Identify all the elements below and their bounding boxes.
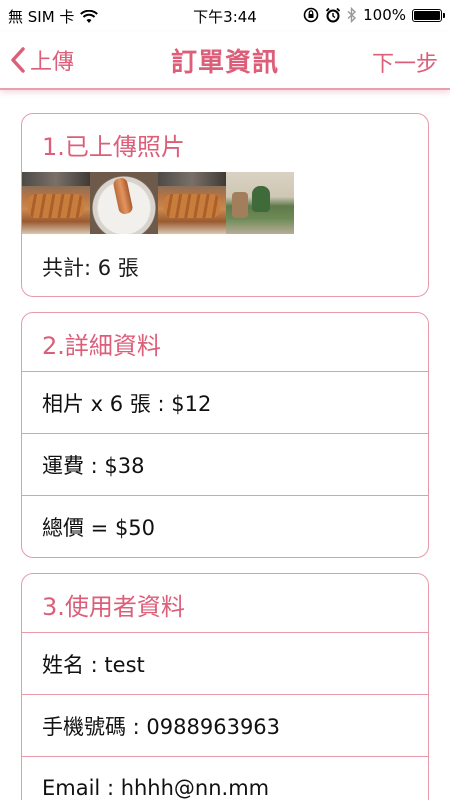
status-bar: 無 SIM 卡 下午3:44 100%	[0, 0, 450, 32]
detail-row-shipping: 運費 : $38	[22, 433, 428, 495]
next-button[interactable]: 下一步	[372, 46, 438, 78]
detail-row-total: 總價 = $50	[22, 495, 428, 557]
user-row-name: 姓名 : test	[22, 632, 428, 694]
photo-thumbnail-food[interactable]	[22, 172, 90, 234]
battery-percent: 100%	[363, 6, 406, 24]
back-label: 上傳	[30, 50, 75, 75]
rotation-lock-icon	[303, 7, 319, 23]
uploaded-photos-card: 1.已上傳照片 共計: 6 張	[21, 113, 429, 297]
status-right: 100%	[303, 6, 445, 24]
photo-thumbnail-food[interactable]	[158, 172, 226, 234]
user-info-card: 3.使用者資料 姓名 : test 手機號碼 : 0988963963 Emai…	[21, 573, 429, 800]
bluetooth-icon	[347, 7, 357, 23]
detail-row-photos: 相片 x 6 張 : $12	[22, 371, 428, 433]
user-row-phone: 手機號碼 : 0988963963	[22, 694, 428, 756]
user-row-email: Email : hhhh@nn.mm	[22, 756, 428, 800]
chevron-left-icon	[11, 47, 25, 73]
battery-icon	[412, 8, 445, 22]
nav-bar: 上傳 訂單資訊 下一步	[0, 32, 450, 90]
back-button[interactable]: 上傳	[10, 44, 74, 76]
user-info-title: 3.使用者資料	[42, 593, 185, 621]
uploaded-photos-title: 1.已上傳照片	[42, 133, 185, 161]
alarm-icon	[325, 7, 341, 23]
photo-thumbnail-room[interactable]	[226, 172, 294, 234]
details-card: 2.詳細資料 相片 x 6 張 : $12 運費 : $38 總價 = $50	[21, 312, 429, 558]
photo-count: 共計: 6 張	[42, 256, 139, 280]
details-title: 2.詳細資料	[42, 332, 161, 360]
photo-strip	[22, 172, 428, 234]
photo-thumbnail-bowl[interactable]	[90, 172, 158, 234]
